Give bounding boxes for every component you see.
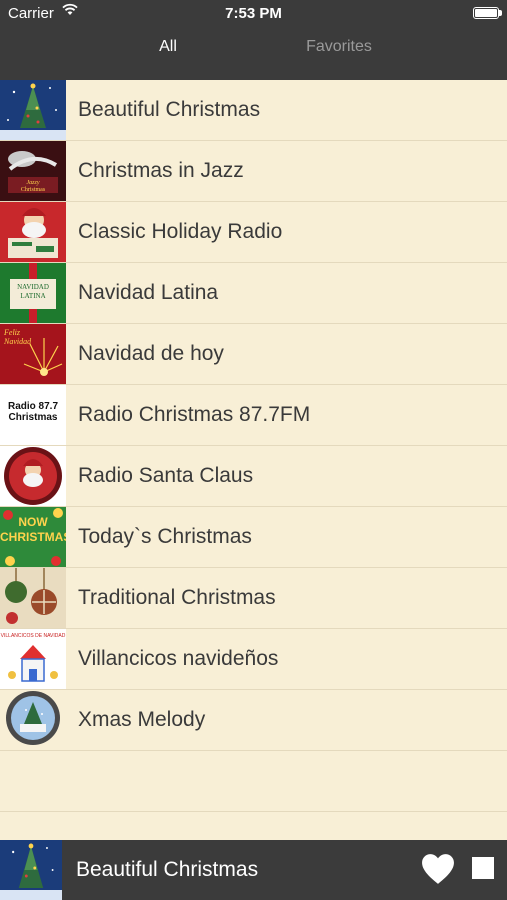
- stop-button[interactable]: [472, 857, 494, 879]
- status-bar: Carrier 7:53 PM: [0, 0, 507, 28]
- list-item[interactable]: Radio 87.7 Christmas Radio Christmas 87.…: [0, 385, 507, 446]
- villancicos-thumb-text: VILLANCICOS DE NAVIDAD: [0, 633, 66, 639]
- now-playing-title: Beautiful Christmas: [76, 858, 259, 881]
- list-item[interactable]: Traditional Christmas: [0, 568, 507, 629]
- navigation-bar: Carrier 7:53 PM All Favorites: [0, 0, 507, 80]
- svg-text:Jazzy: Jazzy: [27, 180, 40, 186]
- radio-christmas-thumb-text: Radio 87.7 Christmas: [7, 401, 59, 423]
- tab-all[interactable]: All: [83, 38, 253, 56]
- clock: 7:53 PM: [225, 5, 282, 22]
- station-title: Villancicos navideños: [78, 647, 279, 670]
- list-item[interactable]: VILLANCICOS DE NAVIDAD Villancicos navid…: [0, 629, 507, 690]
- station-list[interactable]: Beautiful Christmas Jazzy Christmas Chri…: [0, 80, 507, 840]
- jazzy-christmas-thumb: Jazzy Christmas: [0, 141, 66, 201]
- list-item[interactable]: NOW CHRISTMAS Today`s Christmas: [0, 507, 507, 568]
- station-title: Radio Christmas 87.7FM: [78, 403, 311, 426]
- list-item[interactable]: Xmas Melody: [0, 690, 507, 751]
- tab-favorites[interactable]: Favorites: [254, 38, 424, 56]
- heart-icon[interactable]: [421, 852, 455, 886]
- station-title: Today`s Christmas: [78, 525, 252, 548]
- station-title: Xmas Melody: [78, 708, 206, 731]
- battery-icon: [473, 7, 499, 19]
- now-christmas-thumb-text: NOW CHRISTMAS: [0, 515, 66, 544]
- villancicos-church-thumb: VILLANCICOS DE NAVIDAD: [0, 629, 66, 689]
- list-item[interactable]: Feliz Navidad Navidad de hoy: [0, 324, 507, 385]
- feliz-navidad-thumb: Feliz Navidad: [0, 324, 66, 384]
- station-title: Christmas in Jazz: [78, 159, 244, 182]
- now-christmas-thumb: NOW CHRISTMAS: [0, 507, 66, 567]
- santa-claus-badge-thumb: [0, 446, 66, 506]
- svg-text:Christmas: Christmas: [21, 187, 46, 193]
- christmas-tree-night-thumb: [0, 80, 66, 140]
- station-title: Radio Santa Claus: [78, 464, 254, 487]
- station-title: Classic Holiday Radio: [78, 220, 283, 243]
- station-title: Navidad de hoy: [78, 342, 224, 365]
- christmas-tree-night-thumb: [0, 840, 62, 900]
- station-title: Traditional Christmas: [78, 586, 276, 609]
- vintage-santa-thumb: [0, 202, 66, 262]
- navidad-latina-thumb: NAVIDAD LATINA: [0, 263, 66, 323]
- segment-tabs: All Favorites: [0, 38, 507, 68]
- station-title: Navidad Latina: [78, 281, 219, 304]
- battery-tip: [499, 10, 502, 16]
- list-item[interactable]: Radio Santa Claus: [0, 446, 507, 507]
- list-item[interactable]: NAVIDAD LATINA Navidad Latina: [0, 263, 507, 324]
- list-item[interactable]: Jazzy Christmas Christmas in Jazz: [0, 141, 507, 202]
- station-title: Beautiful Christmas: [78, 98, 261, 121]
- list-item[interactable]: Classic Holiday Radio: [0, 202, 507, 263]
- navidad-latina-thumb-text: NAVIDAD LATINA: [17, 283, 49, 300]
- radio-christmas-logo-thumb: Radio 87.7 Christmas: [0, 385, 66, 445]
- feliz-navidad-thumb-text: Feliz Navidad: [4, 328, 32, 346]
- snow-globe-thumb: [0, 690, 66, 750]
- now-playing-bar[interactable]: Beautiful Christmas: [0, 840, 507, 900]
- list-item[interactable]: Beautiful Christmas: [0, 80, 507, 141]
- ornaments-thumb: [0, 568, 66, 628]
- empty-row: [0, 751, 507, 812]
